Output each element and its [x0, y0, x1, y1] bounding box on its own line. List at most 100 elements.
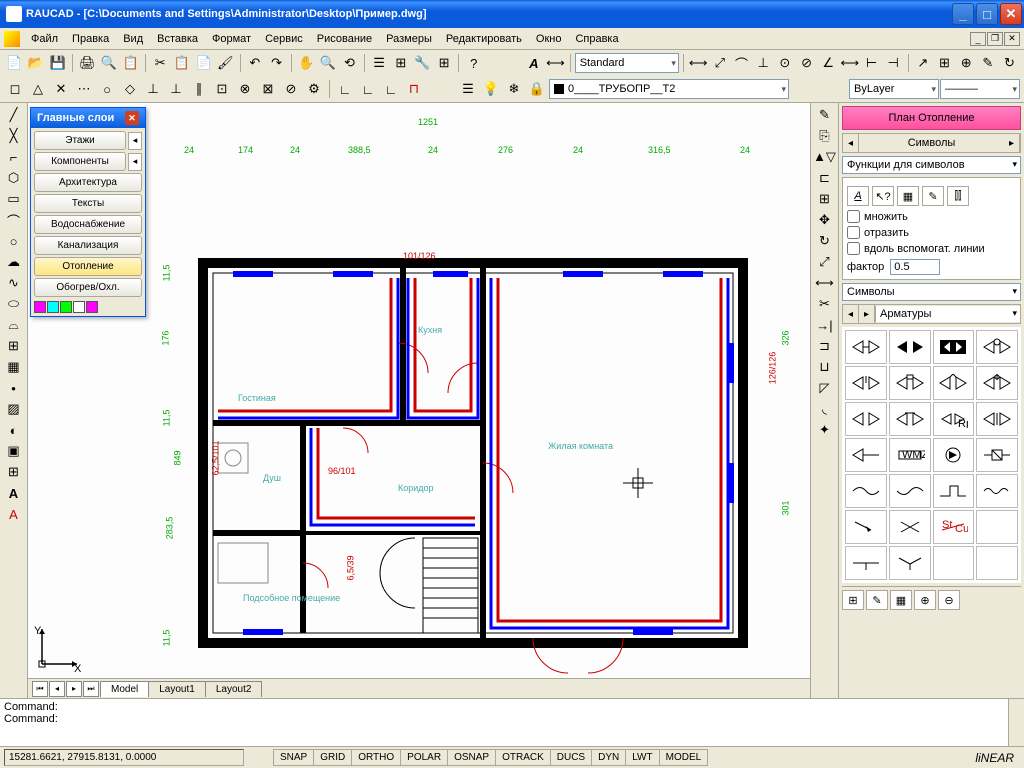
symgroup-combo[interactable]: Символы	[842, 283, 1021, 301]
linetype-combo[interactable]: ByLayer	[849, 79, 939, 99]
symbol-valve8[interactable]	[976, 366, 1018, 400]
rotate-icon[interactable]: ↻	[814, 231, 836, 251]
zoom-icon[interactable]: 🔍	[317, 52, 338, 74]
swatch[interactable]	[86, 301, 98, 313]
ucs2-icon[interactable]: ∟	[357, 78, 379, 100]
status-osnap[interactable]: OSNAP	[447, 749, 496, 766]
mdi-restore[interactable]: ❐	[987, 32, 1003, 46]
ucs3-icon[interactable]: ∟	[380, 78, 402, 100]
arc-icon[interactable]: ⌒	[3, 210, 25, 230]
offset-icon[interactable]: ⊏	[814, 168, 836, 188]
undo-icon[interactable]: ↶	[245, 52, 266, 74]
command-scrollbar[interactable]	[1008, 699, 1024, 746]
mdi-close[interactable]: ✕	[1004, 32, 1020, 46]
status-ortho[interactable]: ORTHO	[351, 749, 401, 766]
status-snap[interactable]: SNAP	[273, 749, 314, 766]
block-icon[interactable]: ▦	[3, 357, 25, 377]
status-grid[interactable]: GRID	[313, 749, 352, 766]
ucs-icon[interactable]: ∟	[334, 78, 356, 100]
point-icon[interactable]: •	[3, 378, 25, 398]
snap-per-icon[interactable]: ⊥	[165, 78, 187, 100]
status-polar[interactable]: POLAR	[400, 749, 448, 766]
snap-int-icon[interactable]: ✕	[50, 78, 72, 100]
status-ducs[interactable]: DUCS	[550, 749, 592, 766]
plan-title[interactable]: План Отопление	[842, 106, 1021, 130]
dim-leader-icon[interactable]: ↗	[912, 52, 933, 74]
scale-icon[interactable]: ⤢	[814, 252, 836, 272]
symbol-valve10[interactable]	[889, 402, 931, 436]
maximize-button[interactable]: □	[976, 3, 998, 25]
xline-icon[interactable]: ╳	[3, 126, 25, 146]
layer-arrow[interactable]: ◂	[128, 132, 142, 150]
save-icon[interactable]: 💾	[47, 52, 68, 74]
dim-tol-icon[interactable]: ⊞	[934, 52, 955, 74]
fillet-icon[interactable]: ◟	[814, 399, 836, 419]
dim-quick-icon[interactable]: ⟷	[840, 52, 861, 74]
magnet-icon[interactable]: ⊓	[403, 78, 425, 100]
layers-panel-close[interactable]: ✕	[125, 111, 139, 125]
layer-combo[interactable]: 0____ТРУБОПР__Т2	[549, 79, 789, 99]
symbol-valve5[interactable]	[845, 366, 887, 400]
auxlines-check[interactable]: вдоль вспомогат. линии	[847, 242, 1016, 255]
symbol-valve7[interactable]	[933, 366, 975, 400]
array-icon[interactable]: ⊞	[814, 189, 836, 209]
dim-linear-icon[interactable]: ⟷	[688, 52, 709, 74]
dim-ang-icon[interactable]: ∠	[818, 52, 839, 74]
pline-icon[interactable]: ⌐	[3, 147, 25, 167]
lineweight-combo[interactable]: ———	[940, 79, 1020, 99]
tab-last[interactable]: ⏭	[83, 681, 99, 697]
menu-window[interactable]: Окно	[529, 31, 569, 47]
match-icon[interactable]: 🖌	[215, 52, 236, 74]
dim-update-icon[interactable]: ↻	[999, 52, 1020, 74]
hatch-icon[interactable]: ▨	[3, 399, 25, 419]
rp-bottom-5[interactable]: ⊖	[938, 590, 960, 610]
layer-on-icon[interactable]: 💡	[480, 78, 502, 100]
menu-view[interactable]: Вид	[116, 31, 150, 47]
layer-btn-texts[interactable]: Тексты	[34, 194, 142, 213]
symbol-valve11[interactable]: Rp	[933, 402, 975, 436]
mirror-icon[interactable]: ▲▽	[814, 147, 836, 167]
symbol-valve2[interactable]	[889, 330, 931, 364]
symbol-empty1[interactable]	[933, 546, 975, 580]
layer-btn-components[interactable]: Компоненты	[34, 152, 126, 171]
preview-icon[interactable]: 🔍	[99, 52, 120, 74]
redo-icon[interactable]: ↷	[266, 52, 287, 74]
snap-cen-icon[interactable]: ○	[96, 78, 118, 100]
rp-bottom-3[interactable]: ▦	[890, 590, 912, 610]
symbol-filter[interactable]	[976, 438, 1018, 472]
symbol-y[interactable]	[889, 546, 931, 580]
extend-icon[interactable]: →|	[814, 315, 836, 335]
snap-par-icon[interactable]: ∥	[188, 78, 210, 100]
dim-base-icon[interactable]: ⊢	[861, 52, 882, 74]
layer-arrow[interactable]: ◂	[128, 153, 142, 171]
drawing-canvas[interactable]: Главные слои ✕ Этажи◂ Компоненты◂ Архите…	[28, 103, 810, 678]
menu-file[interactable]: Файл	[24, 31, 65, 47]
symbol-valve9[interactable]	[845, 402, 887, 436]
menu-modify[interactable]: Редактировать	[439, 31, 529, 47]
minimize-button[interactable]: _	[952, 3, 974, 25]
symbols-prev[interactable]: ◂	[843, 134, 859, 152]
tab-model[interactable]: Model	[100, 681, 149, 697]
menu-draw[interactable]: Рисование	[310, 31, 379, 47]
explode-icon[interactable]: ✦	[814, 420, 836, 440]
dim-dia-icon[interactable]: ⊘	[796, 52, 817, 74]
layer-btn-hvac[interactable]: Обогрев/Охл.	[34, 278, 142, 297]
layer-btn-sewage[interactable]: Канализация	[34, 236, 142, 255]
tab-layout1[interactable]: Layout1	[148, 681, 206, 697]
symbol-valve4[interactable]	[976, 330, 1018, 364]
rp-bottom-4[interactable]: ⊕	[914, 590, 936, 610]
new-icon[interactable]: 📄	[4, 52, 25, 74]
print-icon[interactable]: 🖨	[77, 52, 98, 74]
text-icon[interactable]: A	[3, 504, 25, 524]
menu-dimensions[interactable]: Размеры	[379, 31, 439, 47]
copy-icon[interactable]: 📋	[172, 52, 193, 74]
snap-end-icon[interactable]: ◻	[4, 78, 26, 100]
layer-mgr-icon[interactable]: ☰	[457, 78, 479, 100]
symbol-tee[interactable]	[845, 546, 887, 580]
spline-icon[interactable]: ∿	[3, 273, 25, 293]
close-button[interactable]: ✕	[1000, 3, 1022, 25]
table-icon[interactable]: ⊞	[3, 462, 25, 482]
dim-ord-icon[interactable]: ⊥	[753, 52, 774, 74]
join-icon[interactable]: ⊔	[814, 357, 836, 377]
gradient-icon[interactable]: ◐	[3, 420, 25, 440]
